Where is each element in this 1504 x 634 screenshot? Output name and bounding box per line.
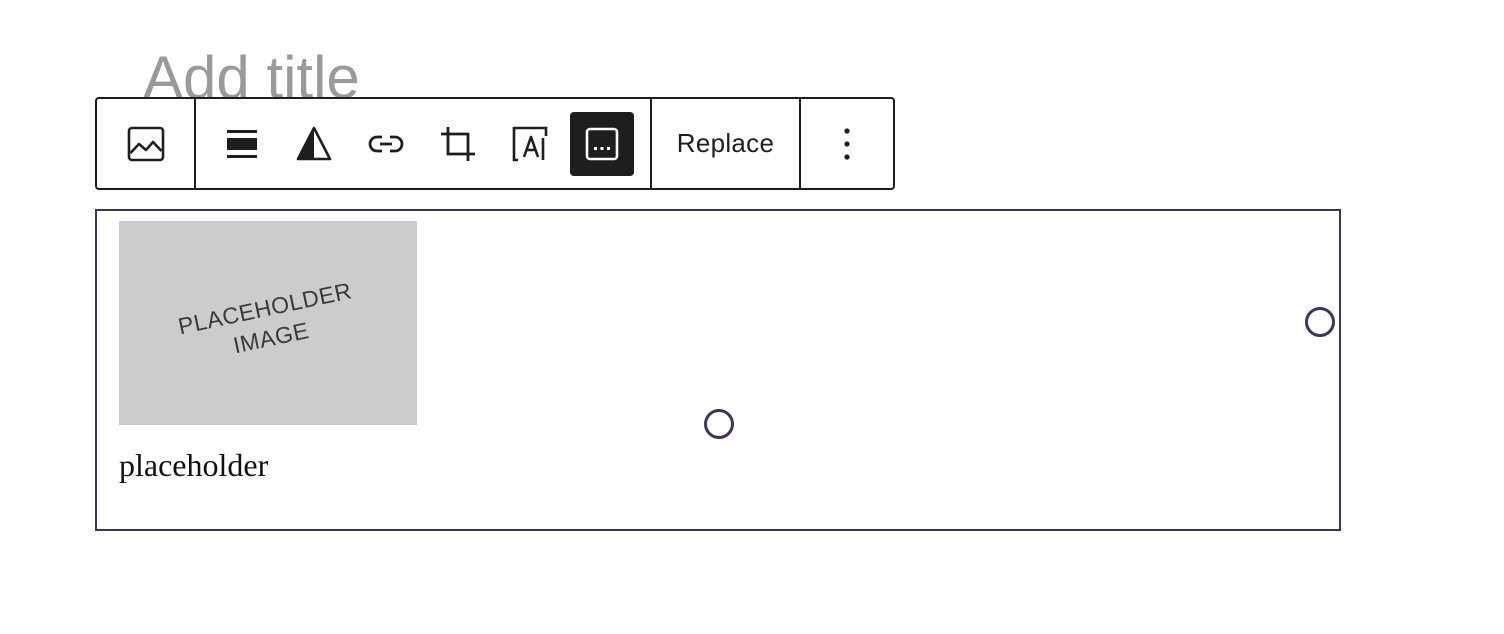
resize-handle-bottom[interactable]: [704, 409, 734, 439]
toolbar-group-block-type: [97, 99, 196, 188]
block-toolbar: Replace: [95, 97, 895, 190]
replace-button[interactable]: Replace: [677, 128, 775, 159]
align-button[interactable]: [210, 112, 274, 176]
image-block-icon: [127, 126, 164, 161]
align-icon: [227, 129, 257, 158]
caption-icon: [585, 127, 619, 160]
toolbar-group-tools: [196, 99, 652, 188]
more-options-button[interactable]: [823, 112, 871, 176]
image-block[interactable]: PLACEHOLDER IMAGE placeholder: [95, 209, 1341, 531]
toolbar-group-replace: Replace: [652, 99, 801, 188]
image-caption[interactable]: placeholder: [119, 447, 268, 484]
link-icon: [368, 135, 404, 152]
link-button[interactable]: [354, 112, 418, 176]
toolbar-group-more: [801, 99, 893, 188]
placeholder-image-text: PLACEHOLDER IMAGE: [175, 275, 360, 370]
duotone-button[interactable]: [282, 112, 346, 176]
text-over-image-button[interactable]: [498, 112, 562, 176]
duotone-icon: [296, 126, 332, 160]
image-block-button[interactable]: [114, 112, 178, 176]
placeholder-image: PLACEHOLDER IMAGE: [119, 221, 417, 425]
crop-button[interactable]: [426, 112, 490, 176]
more-vertical-icon: [844, 127, 850, 160]
crop-icon: [441, 126, 475, 161]
editor-canvas: Add title Replace PLACEHOLDER IMAGE plac…: [0, 0, 1504, 634]
caption-button[interactable]: [570, 111, 634, 176]
text-over-image-icon: [512, 126, 548, 161]
resize-handle-right[interactable]: [1305, 307, 1335, 337]
